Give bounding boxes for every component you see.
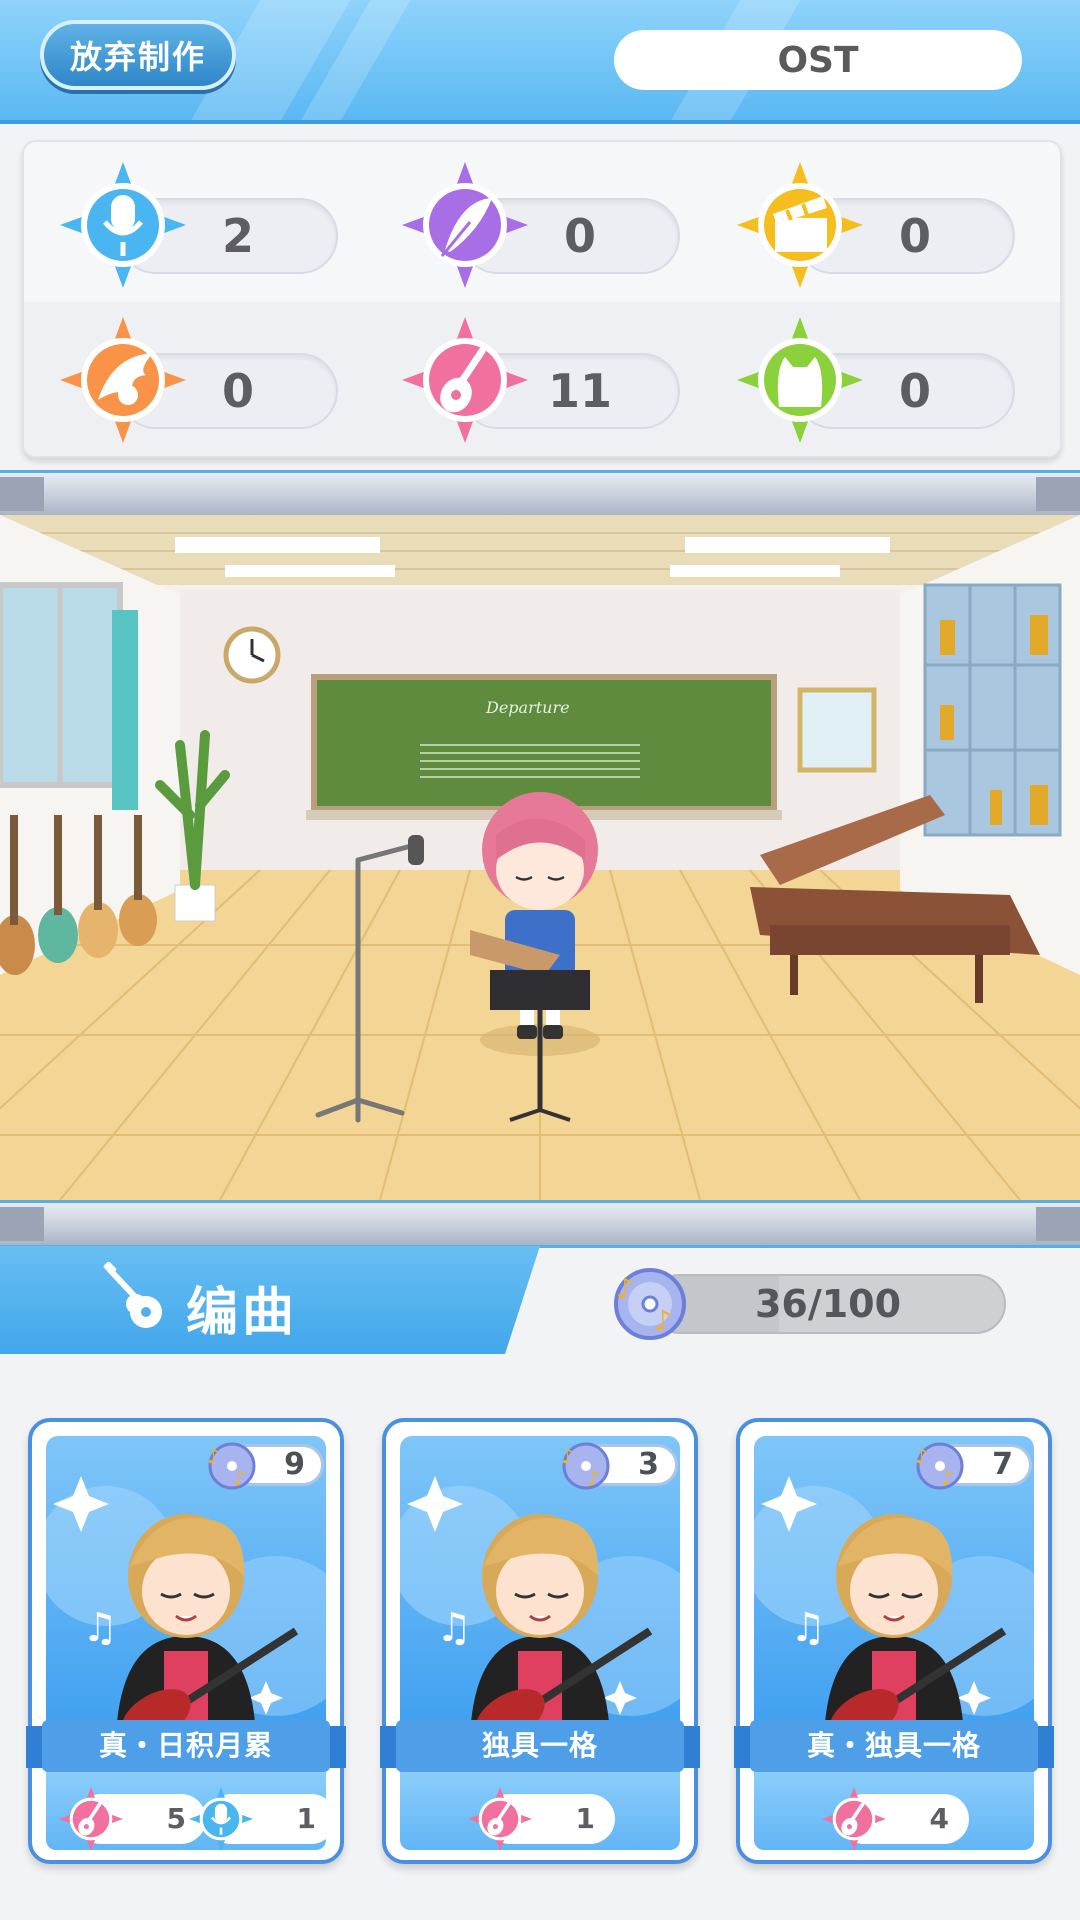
skill-value: 5 (166, 1802, 186, 1835)
stat-value: 0 (898, 364, 931, 418)
stat-value: 11 (547, 364, 612, 418)
svg-text:♪: ♪ (654, 1304, 672, 1337)
phoenix-icon (58, 315, 188, 445)
svg-text:♪: ♪ (233, 1466, 246, 1490)
svg-text:♪: ♪ (616, 1272, 634, 1305)
scene-frame-top (0, 470, 1080, 518)
arrangement-card[interactable]: ♫ ♪ ♪ 3 1 独具一格 (380, 1418, 700, 1864)
microphone-icon (58, 160, 188, 290)
quill-icon (400, 160, 530, 290)
svg-text:♪: ♪ (561, 1444, 574, 1468)
stat-performance: 0 (58, 315, 358, 445)
stat-value: 0 (221, 364, 254, 418)
guitar-icon (821, 1786, 887, 1852)
studio-scene: Departure (0, 515, 1080, 1200)
skill-value: 4 (929, 1802, 949, 1835)
stat-value: 0 (563, 209, 596, 263)
skill-pill: 1 (189, 1787, 336, 1851)
song-title: OST (614, 30, 1022, 90)
clapperboard-icon (735, 160, 865, 290)
blackboard-title: Departure (485, 698, 570, 717)
stat-lyrics: 0 (400, 160, 700, 290)
skill-value: 1 (296, 1802, 316, 1835)
skill-pill: 5 (59, 1787, 206, 1851)
svg-text:♫: ♫ (436, 1605, 472, 1651)
abandon-production-button[interactable]: 放弃制作 (40, 20, 236, 90)
progress-text: 36/100 (754, 1282, 902, 1326)
card-count: 7 (992, 1447, 1013, 1482)
svg-text:♪: ♪ (941, 1466, 954, 1490)
scene-frame-bottom (0, 1200, 1080, 1248)
card-count-badge: ♪ ♪ 3 (561, 1442, 678, 1490)
stat-guitar: 11 (400, 315, 700, 445)
svg-text:♪: ♪ (587, 1466, 600, 1490)
skill-pill: 1 (468, 1787, 615, 1851)
arrangement-card[interactable]: ♫ ♪ ♪ 7 4 真・独具一格 (734, 1418, 1054, 1864)
card-count: 9 (284, 1447, 305, 1482)
music-disc-icon: ♪ ♪ (207, 1442, 256, 1490)
card-title: 真・独具一格 (806, 1729, 981, 1762)
card-title: 独具一格 (481, 1729, 598, 1762)
guitar-icon (400, 315, 530, 445)
microphone-icon (188, 1786, 254, 1852)
arrangement-card[interactable]: ♫ ♪ ♪ 9 5 1 真・日积月累 (26, 1418, 346, 1864)
stat-value: 0 (898, 209, 931, 263)
card-count-badge: ♪ ♪ 7 (915, 1442, 1032, 1490)
compose-label: 编曲 (186, 1283, 299, 1343)
stat-vocal: 2 (58, 160, 358, 290)
stat-style: 0 (735, 315, 1035, 445)
card-count: 3 (638, 1447, 659, 1482)
svg-text:♫: ♫ (82, 1605, 118, 1651)
music-disc-icon: ♪ ♪ (561, 1442, 610, 1490)
stat-production: 0 (735, 160, 1035, 290)
compose-progress: 36/100 ♪ ♪ (610, 1268, 1008, 1340)
stat-value: 2 (221, 209, 254, 263)
svg-text:♫: ♫ (790, 1605, 826, 1651)
card-title: 真・日积月累 (98, 1729, 273, 1762)
cat-icon (735, 315, 865, 445)
classroom-illustration: Departure (0, 515, 1080, 1200)
card-count-badge: ♪ ♪ 9 (207, 1442, 324, 1490)
svg-text:♪: ♪ (207, 1444, 220, 1468)
skill-value: 1 (575, 1802, 595, 1835)
svg-text:♪: ♪ (915, 1444, 928, 1468)
music-disc-icon: ♪ ♪ (614, 1268, 686, 1340)
guitar-icon (103, 1262, 162, 1328)
music-disc-icon: ♪ ♪ (915, 1442, 964, 1490)
guitar-icon (58, 1786, 124, 1852)
guitar-icon (467, 1786, 533, 1852)
skill-pill: 4 (822, 1787, 969, 1851)
